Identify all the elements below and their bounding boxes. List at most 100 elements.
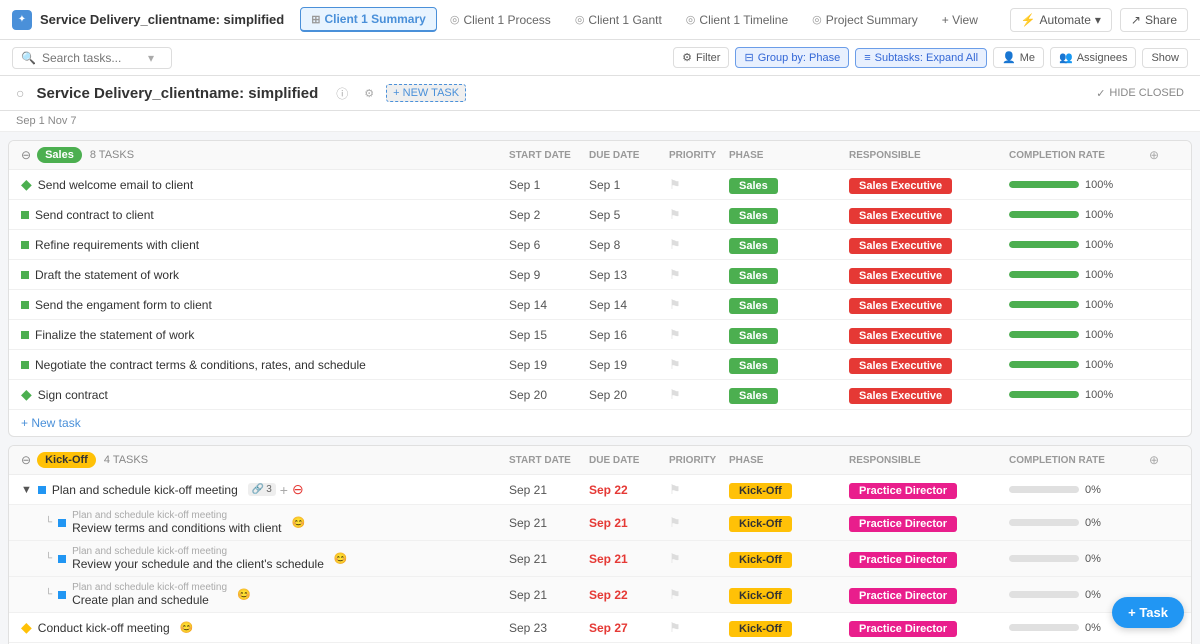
- sales-badge: Sales: [37, 147, 82, 163]
- subtasks-button[interactable]: ≡ Subtasks: Expand All: [855, 48, 987, 68]
- kickoff-add-col-icon[interactable]: ⊕: [1149, 453, 1179, 467]
- checkmark-icon: ✓: [1096, 87, 1105, 100]
- square-icon: [58, 555, 66, 563]
- diamond-icon: ◆: [21, 176, 32, 193]
- section-header-kickoff: ⊖ Kick-Off 4 TASKS START DATE DUE DATE P…: [9, 446, 1191, 475]
- kickoff-toggle[interactable]: ⊖: [21, 453, 31, 467]
- square-icon: [38, 486, 46, 494]
- col-phase-sales: PHASE: [729, 150, 849, 161]
- task-row: Negotiate the contract terms & condition…: [9, 350, 1191, 380]
- priority-flag: ⚑: [669, 620, 729, 636]
- tab-bar: ⊞ Client 1 Summary ◎ Client 1 Process ◎ …: [300, 7, 1001, 32]
- automate-chevron-icon: ▾: [1095, 13, 1101, 27]
- floating-add-task-button[interactable]: + Task: [1112, 597, 1184, 628]
- task-name-cell: Send contract to client: [21, 208, 509, 222]
- task-row: Send contract to client Sep 2 Sep 5 ⚑ Sa…: [9, 200, 1191, 230]
- project-info-icon: ⓘ: [336, 85, 348, 102]
- project-collapse-icon[interactable]: ○: [16, 85, 24, 101]
- phase-badge: Kick-Off: [729, 621, 792, 637]
- project-header: ○ Service Delivery_clientname: simplifie…: [0, 76, 1200, 111]
- responsible-badge: Sales Executive: [849, 238, 952, 254]
- priority-flag: ⚑: [669, 327, 729, 343]
- sales-add-col-icon[interactable]: ⊕: [1149, 148, 1179, 162]
- task-row-subtask: └ Plan and schedule kick-off meeting Cre…: [9, 577, 1191, 613]
- col-due-date-sales: DUE DATE: [589, 150, 669, 161]
- subtask-emoji: 😊: [334, 552, 348, 565]
- search-box[interactable]: 🔍 ▾: [12, 47, 172, 69]
- phase-badge: Sales: [729, 388, 778, 404]
- responsible-badge: Sales Executive: [849, 208, 952, 224]
- me-button[interactable]: 👤 Me: [993, 47, 1044, 68]
- share-button[interactable]: ↗ Share: [1120, 8, 1188, 32]
- expand-icon[interactable]: ▼: [21, 484, 32, 496]
- responsible-badge: Practice Director: [849, 621, 957, 637]
- responsible-badge: Sales Executive: [849, 298, 952, 314]
- tab-client1-timeline[interactable]: ◎ Client 1 Timeline: [675, 8, 799, 32]
- assignees-button[interactable]: 👥 Assignees: [1050, 47, 1136, 68]
- toolbar: 🔍 ▾ ⚙ Filter ⊟ Group by: Phase ≡ Subtask…: [0, 40, 1200, 76]
- square-icon: [21, 331, 29, 339]
- subtask-emoji: 😊: [292, 516, 306, 529]
- remove-icon[interactable]: ⊖: [292, 481, 304, 498]
- tab-client1-process[interactable]: ◎ Client 1 Process: [439, 8, 562, 32]
- responsible-badge: Sales Executive: [849, 268, 952, 284]
- kickoff-col-headers: START DATE DUE DATE PRIORITY PHASE RESPO…: [148, 453, 1179, 467]
- section-kickoff: ⊖ Kick-Off 4 TASKS START DATE DUE DATE P…: [8, 445, 1192, 644]
- app-icon: ✦: [12, 10, 32, 30]
- me-icon: 👤: [1002, 51, 1016, 64]
- task-row: Send the engament form to client Sep 14 …: [9, 290, 1191, 320]
- subtask-connector-icon: └: [45, 553, 52, 564]
- task-row: Finalize the statement of work Sep 15 Se…: [9, 320, 1191, 350]
- subtask-icon: 🔗: [252, 484, 264, 495]
- search-chevron-icon: ▾: [148, 51, 154, 65]
- share-icon: ↗: [1131, 13, 1141, 27]
- responsible-badge: Practice Director: [849, 588, 957, 604]
- search-icon: 🔍: [21, 51, 36, 65]
- tab-client1-summary[interactable]: ⊞ Client 1 Summary: [300, 7, 437, 32]
- new-task-button[interactable]: + NEW TASK: [386, 84, 466, 102]
- responsible-badge: Practice Director: [849, 552, 957, 568]
- tab-circle-icon: ◎: [450, 13, 460, 26]
- project-name: Service Delivery_clientname: simplified: [36, 85, 318, 102]
- tab-client1-gantt[interactable]: ◎ Client 1 Gantt: [564, 8, 673, 32]
- square-icon: [21, 361, 29, 369]
- diamond-icon: ◆: [21, 619, 32, 636]
- responsible-badge: Sales Executive: [849, 178, 952, 194]
- task-emoji: 😊: [180, 621, 194, 634]
- sales-task-count: 8 TASKS: [90, 149, 134, 161]
- sales-toggle[interactable]: ⊖: [21, 148, 31, 162]
- phase-badge: Sales: [729, 178, 778, 194]
- filter-button[interactable]: ⚙ Filter: [673, 47, 729, 68]
- priority-flag: ⚑: [669, 482, 729, 498]
- nav-right: ⚡ Automate ▾ ↗ Share: [1010, 8, 1188, 32]
- task-icons: 🔗 3 + ⊖: [248, 481, 304, 498]
- task-row: ◆Sign contract Sep 20 Sep 20 ⚑ Sales Sal…: [9, 380, 1191, 410]
- automate-button[interactable]: ⚡ Automate ▾: [1010, 8, 1112, 32]
- sales-col-headers: START DATE DUE DATE PRIORITY PHASE RESPO…: [134, 148, 1179, 162]
- square-icon: [58, 519, 66, 527]
- square-icon: [21, 301, 29, 309]
- hide-closed-button[interactable]: ✓ HIDE CLOSED: [1096, 87, 1184, 100]
- search-input[interactable]: [42, 51, 142, 65]
- subtask-connector-icon: └: [45, 589, 52, 600]
- subtask-connector-icon: └: [45, 517, 52, 528]
- add-subtask-icon[interactable]: +: [280, 482, 288, 498]
- show-button[interactable]: Show: [1142, 48, 1188, 68]
- project-settings-icon: ⚙: [364, 87, 374, 100]
- task-row: ◆ Conduct kick-off meeting 😊 Sep 23 Sep …: [9, 613, 1191, 643]
- tab-project-summary[interactable]: ◎ Project Summary: [801, 8, 929, 32]
- add-task-sales[interactable]: + New task: [9, 410, 1191, 436]
- priority-flag: ⚑: [669, 587, 729, 603]
- group-by-button[interactable]: ⊟ Group by: Phase: [735, 47, 849, 68]
- toolbar-right: ⚙ Filter ⊟ Group by: Phase ≡ Subtasks: E…: [673, 47, 1188, 68]
- progress-bar-bg: [1009, 181, 1079, 188]
- tab-add-view[interactable]: + View: [931, 8, 989, 32]
- square-icon: [21, 241, 29, 249]
- responsible-badge: Sales Executive: [849, 388, 952, 404]
- col-completion-sales: COMPLETION RATE: [1009, 150, 1149, 161]
- project-title: Service Delivery_clientname: simplified: [40, 12, 284, 27]
- priority-flag: ⚑: [669, 515, 729, 531]
- assignees-icon: 👥: [1059, 51, 1073, 64]
- tab-summary-icon: ◎: [812, 13, 822, 26]
- phase-badge: Kick-Off: [729, 483, 792, 499]
